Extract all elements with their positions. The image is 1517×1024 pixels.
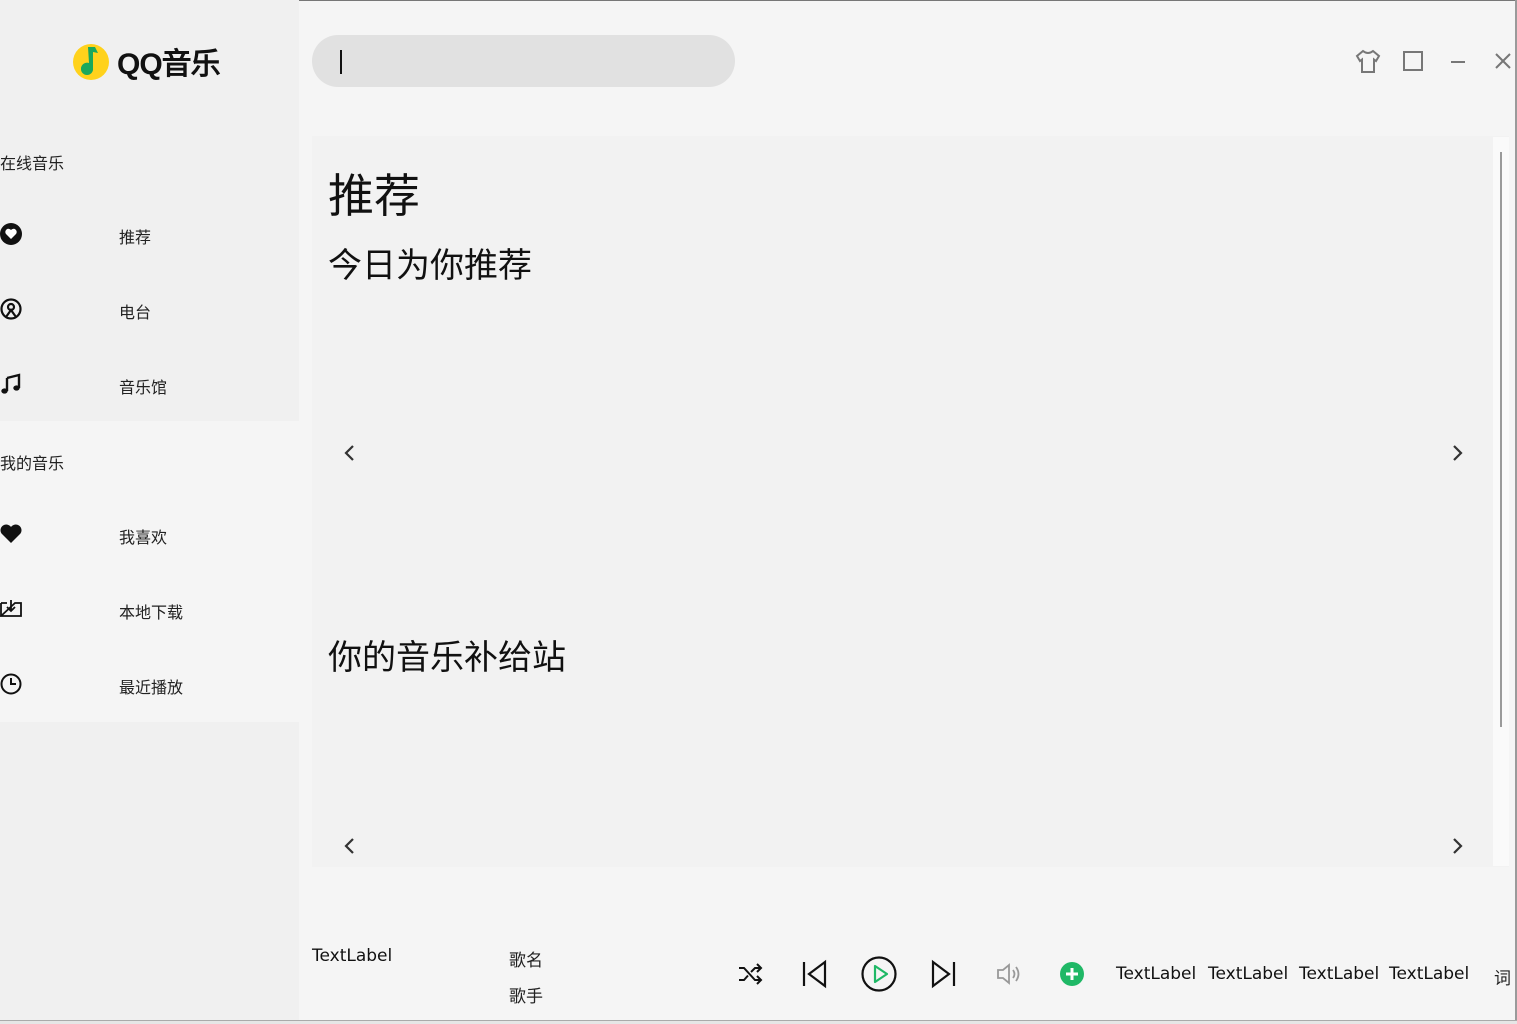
- skin-icon[interactable]: [1353, 46, 1383, 76]
- text-caret: [340, 50, 342, 74]
- app-logo: QQ音乐: [71, 40, 221, 82]
- sidebar-item-radio[interactable]: 电台: [0, 289, 299, 329]
- sidebar-item-label: 本地下载: [119, 603, 184, 622]
- volume-icon[interactable]: [994, 960, 1022, 988]
- sidebar-item-label: 音乐馆: [119, 378, 168, 397]
- artist-name: 歌手: [509, 987, 543, 1007]
- sidebar-item-favorites[interactable]: 我喜欢: [0, 514, 299, 554]
- add-to-playlist-icon[interactable]: [1058, 960, 1086, 988]
- heart-icon: [0, 524, 22, 543]
- section-title-supply: 你的音乐补给站: [328, 638, 566, 678]
- previous-icon[interactable]: [800, 958, 830, 990]
- next-icon[interactable]: [928, 958, 958, 990]
- sidebar: QQ音乐 在线音乐 推荐 电台 音乐馆 我的音乐 我喜欢 本地下载 最近播放: [0, 0, 299, 1020]
- player-label-1: TextLabel: [1116, 964, 1197, 984]
- sidebar-item-label: 推荐: [119, 228, 152, 247]
- section-title-daily: 今日为你推荐: [328, 246, 532, 286]
- sidebar-item-label: 最近播放: [119, 678, 184, 697]
- clock-icon: [0, 673, 22, 695]
- sidebar-item-music-hall[interactable]: 音乐馆: [0, 364, 299, 404]
- sidebar-item-label: 电台: [119, 303, 152, 322]
- music-note-icon: [1, 373, 21, 394]
- cover-label: TextLabel: [312, 946, 393, 966]
- sidebar-item-local-download[interactable]: 本地下载: [0, 589, 299, 629]
- player-label-2: TextLabel: [1208, 964, 1289, 984]
- chevron-left-icon[interactable]: [338, 441, 362, 465]
- sidebar-item-recommend[interactable]: 推荐: [0, 214, 299, 254]
- close-icon[interactable]: [1488, 46, 1517, 76]
- sidebar-item-recent[interactable]: 最近播放: [0, 664, 299, 704]
- play-button-icon[interactable]: [860, 955, 898, 993]
- window-bottom-border: [0, 1020, 1517, 1024]
- app-logo-text: QQ音乐: [117, 48, 221, 81]
- qq-music-logo-icon: [73, 44, 109, 80]
- song-name: 歌名: [509, 951, 543, 971]
- chevron-right-icon[interactable]: [1445, 834, 1469, 858]
- search-input[interactable]: [312, 35, 735, 87]
- download-icon: [0, 600, 22, 617]
- minimize-icon[interactable]: [1443, 46, 1473, 76]
- lyrics-button[interactable]: 词: [1494, 964, 1511, 989]
- player-label-4: TextLabel: [1389, 964, 1470, 984]
- radio-icon: [0, 298, 22, 320]
- chevron-left-icon[interactable]: [338, 834, 362, 858]
- group-label-online: 在线音乐: [0, 154, 65, 173]
- maximize-icon[interactable]: [1398, 46, 1428, 76]
- page-title: 推荐: [328, 169, 420, 223]
- heart-circle-icon: [0, 223, 22, 245]
- shuffle-icon[interactable]: [736, 960, 764, 988]
- player-label-3: TextLabel: [1299, 964, 1380, 984]
- sidebar-item-label: 我喜欢: [119, 528, 168, 547]
- scrollbar-thumb[interactable]: [1500, 152, 1502, 727]
- group-label-mine: 我的音乐: [0, 454, 65, 473]
- chevron-right-icon[interactable]: [1445, 441, 1469, 465]
